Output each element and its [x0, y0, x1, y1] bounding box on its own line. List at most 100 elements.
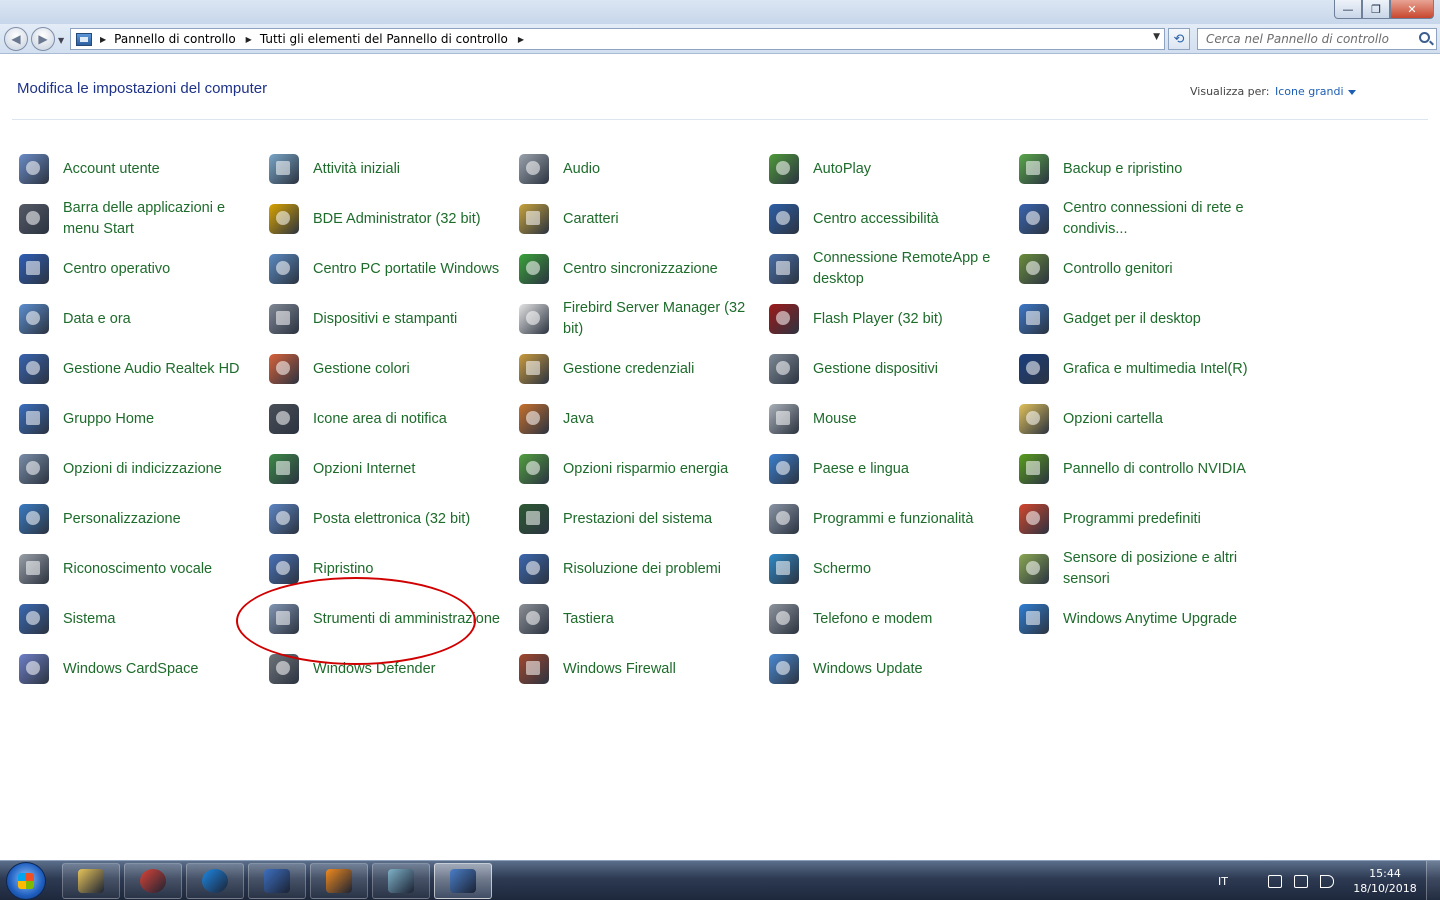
chevron-right-icon[interactable]: ▶ [518, 35, 524, 44]
control-panel-item[interactable]: Windows Anytime Upgrade [1017, 595, 1257, 643]
start-button[interactable] [6, 862, 46, 900]
control-panel-item-label[interactable]: Centro connessioni di rete e condivis... [1063, 195, 1261, 243]
control-panel-item-label[interactable]: Gestione colori [313, 345, 511, 393]
forward-button[interactable]: ▶ [31, 27, 55, 51]
control-panel-item-icon[interactable] [1019, 204, 1049, 234]
control-panel-item[interactable]: Prestazioni del sistema [517, 495, 757, 543]
control-panel-item-icon[interactable] [269, 304, 299, 334]
control-panel-item[interactable]: Centro sincronizzazione [517, 245, 757, 293]
control-panel-item-label[interactable]: Gestione Audio Realtek HD [63, 345, 261, 393]
control-panel-item-icon[interactable] [19, 304, 49, 334]
back-button[interactable]: ◀ [4, 27, 28, 51]
refresh-button[interactable]: ⟲ [1168, 28, 1190, 50]
control-panel-item[interactable]: Sistema [17, 595, 257, 643]
control-panel-item-label[interactable]: Backup e ripristino [1063, 145, 1261, 193]
chevron-right-icon[interactable]: ▶ [246, 35, 252, 44]
control-panel-item-label[interactable]: AutoPlay [813, 145, 1011, 193]
control-panel-item[interactable]: Windows Update [767, 645, 1007, 693]
control-panel-item[interactable]: Opzioni di indicizzazione [17, 445, 257, 493]
control-panel-item-icon[interactable] [269, 354, 299, 384]
language-indicator[interactable]: IT [1218, 875, 1228, 888]
control-panel-item[interactable]: Gadget per il desktop [1017, 295, 1257, 343]
control-panel-item-label[interactable]: Telefono e modem [813, 595, 1011, 643]
address-bar[interactable]: ▶ Pannello di controllo ▶ Tutti gli elem… [70, 28, 1165, 50]
control-panel-item[interactable]: Backup e ripristino [1017, 145, 1257, 193]
control-panel-item-label[interactable]: Personalizzazione [63, 495, 261, 543]
control-panel-item-icon[interactable] [519, 604, 549, 634]
control-panel-item-icon[interactable] [19, 404, 49, 434]
control-panel-item-label[interactable]: Pannello di controllo NVIDIA [1063, 445, 1261, 493]
control-panel-item-icon[interactable] [519, 504, 549, 534]
control-panel-item[interactable]: Gestione credenziali [517, 345, 757, 393]
control-panel-item-icon[interactable] [19, 354, 49, 384]
control-panel-item-label[interactable]: Gruppo Home [63, 395, 261, 443]
control-panel-item-label[interactable]: Centro PC portatile Windows [313, 245, 511, 293]
control-panel-item-icon[interactable] [769, 254, 799, 284]
view-by-dropdown[interactable]: Icone grandi [1275, 85, 1356, 98]
control-panel-item-icon[interactable] [1019, 304, 1049, 334]
control-panel-item[interactable]: Java [517, 395, 757, 443]
control-panel-item-label[interactable]: Paese e lingua [813, 445, 1011, 493]
control-panel-item[interactable]: Risoluzione dei problemi [517, 545, 757, 593]
control-panel-item-label[interactable]: BDE Administrator (32 bit) [313, 195, 511, 243]
control-panel-item[interactable]: Opzioni risparmio energia [517, 445, 757, 493]
control-panel-item-icon[interactable] [519, 254, 549, 284]
control-panel-item-label[interactable]: Caratteri [563, 195, 761, 243]
control-panel-item-icon[interactable] [769, 404, 799, 434]
control-panel-item[interactable]: Gestione dispositivi [767, 345, 1007, 393]
control-panel-item[interactable]: Paese e lingua [767, 445, 1007, 493]
control-panel-item[interactable]: Gruppo Home [17, 395, 257, 443]
control-panel-item[interactable]: Riconoscimento vocale [17, 545, 257, 593]
address-dropdown-icon[interactable]: ▼ [1153, 32, 1160, 42]
control-panel-item[interactable]: Audio [517, 145, 757, 193]
control-panel-item[interactable]: Data e ora [17, 295, 257, 343]
control-panel-item[interactable]: Programmi e funzionalità [767, 495, 1007, 543]
control-panel-item-icon[interactable] [519, 154, 549, 184]
control-panel-item-icon[interactable] [769, 554, 799, 584]
control-panel-item[interactable]: Flash Player (32 bit) [767, 295, 1007, 343]
control-panel-item[interactable]: Telefono e modem [767, 595, 1007, 643]
control-panel-item-label[interactable]: Icone area di notifica [313, 395, 511, 443]
control-panel-item-label[interactable]: Windows Defender [313, 645, 511, 693]
control-panel-item-icon[interactable] [519, 454, 549, 484]
control-panel-item-icon[interactable] [1019, 354, 1049, 384]
control-panel-item-icon[interactable] [1019, 554, 1049, 584]
chevron-down-icon[interactable] [1347, 89, 1356, 95]
control-panel-item[interactable]: Centro operativo [17, 245, 257, 293]
control-panel-item[interactable]: Windows Firewall [517, 645, 757, 693]
network-icon[interactable] [1293, 874, 1308, 888]
control-panel-item-label[interactable]: Gestione credenziali [563, 345, 761, 393]
taskbar-internet-explorer-button[interactable] [186, 863, 244, 899]
control-panel-item[interactable]: Strumenti di amministrazione [267, 595, 507, 643]
flag-icon[interactable] [1267, 874, 1282, 888]
taskbar-media-player-button[interactable] [310, 863, 368, 899]
control-panel-item-label[interactable]: Windows CardSpace [63, 645, 261, 693]
control-panel-item-label[interactable]: Posta elettronica (32 bit) [313, 495, 511, 543]
maximize-button[interactable]: ❐ [1362, 0, 1390, 19]
control-panel-item-icon[interactable] [19, 154, 49, 184]
control-panel-item[interactable]: Grafica e multimedia Intel(R) [1017, 345, 1257, 393]
control-panel-item[interactable]: BDE Administrator (32 bit) [267, 195, 507, 243]
control-panel-item-label[interactable]: Firebird Server Manager (32 bit) [563, 295, 761, 343]
control-panel-item[interactable]: Attività iniziali [267, 145, 507, 193]
control-panel-item-icon[interactable] [1019, 154, 1049, 184]
control-panel-item[interactable]: Pannello di controllo NVIDIA [1017, 445, 1257, 493]
control-panel-item-icon[interactable] [269, 504, 299, 534]
control-panel-item-icon[interactable] [769, 454, 799, 484]
control-panel-item[interactable]: Programmi predefiniti [1017, 495, 1257, 543]
control-panel-item-icon[interactable] [1019, 254, 1049, 284]
control-panel-item-label[interactable]: Attività iniziali [313, 145, 511, 193]
volume-icon[interactable] [1319, 874, 1334, 888]
control-panel-item[interactable]: Centro PC portatile Windows [267, 245, 507, 293]
control-panel-item-icon[interactable] [269, 454, 299, 484]
control-panel-item-icon[interactable] [769, 354, 799, 384]
control-panel-item[interactable]: Controllo genitori [1017, 245, 1257, 293]
control-panel-item-label[interactable]: Opzioni cartella [1063, 395, 1261, 443]
taskbar-app-blue-button[interactable] [248, 863, 306, 899]
control-panel-item-label[interactable]: Java [563, 395, 761, 443]
control-panel-item-label[interactable]: Mouse [813, 395, 1011, 443]
control-panel-item-label[interactable]: Risoluzione dei problemi [563, 545, 761, 593]
control-panel-item[interactable]: Gestione colori [267, 345, 507, 393]
control-panel-item[interactable]: Sensore di posizione e altri sensori [1017, 545, 1257, 593]
control-panel-item-label[interactable]: Data e ora [63, 295, 261, 343]
